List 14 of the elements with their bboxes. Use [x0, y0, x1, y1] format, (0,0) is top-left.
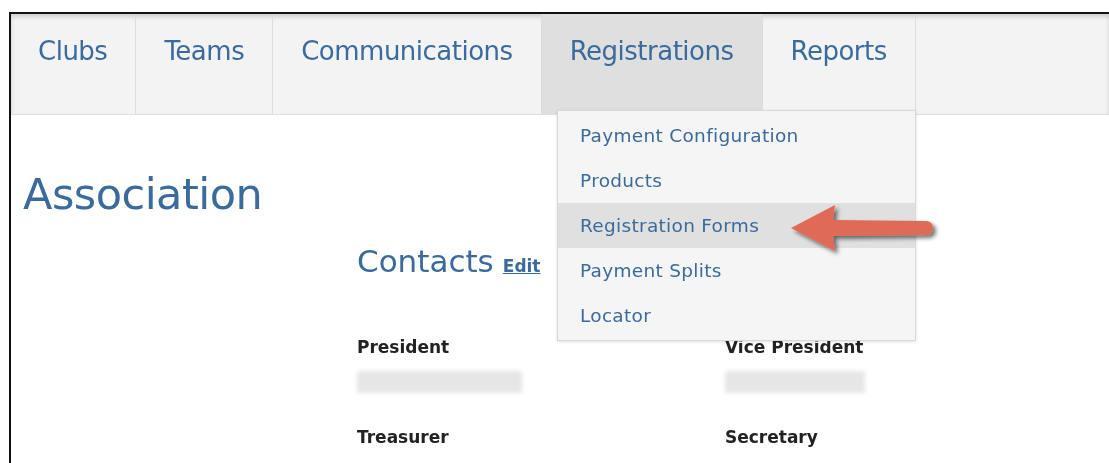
edit-link[interactable]: Edit	[502, 255, 541, 276]
role-label: Treasurer	[357, 426, 450, 447]
page-heading: Association	[23, 169, 263, 221]
nav-tab[interactable]: Communications	[273, 14, 542, 114]
nav-tab[interactable]: Teams	[136, 14, 274, 114]
section-title: Contacts	[357, 242, 494, 279]
menu-item[interactable]: Payment Configuration	[558, 113, 915, 158]
menu-item[interactable]: Payment Splits	[558, 248, 915, 293]
role-label: Secretary	[725, 426, 819, 447]
menu-item[interactable]: Products	[558, 158, 915, 203]
nav-tab[interactable]: Clubs	[11, 14, 137, 114]
role-label: President	[357, 336, 451, 357]
nav-tab[interactable]: Registrations	[541, 14, 763, 114]
menu-item[interactable]: Locator	[558, 293, 915, 338]
